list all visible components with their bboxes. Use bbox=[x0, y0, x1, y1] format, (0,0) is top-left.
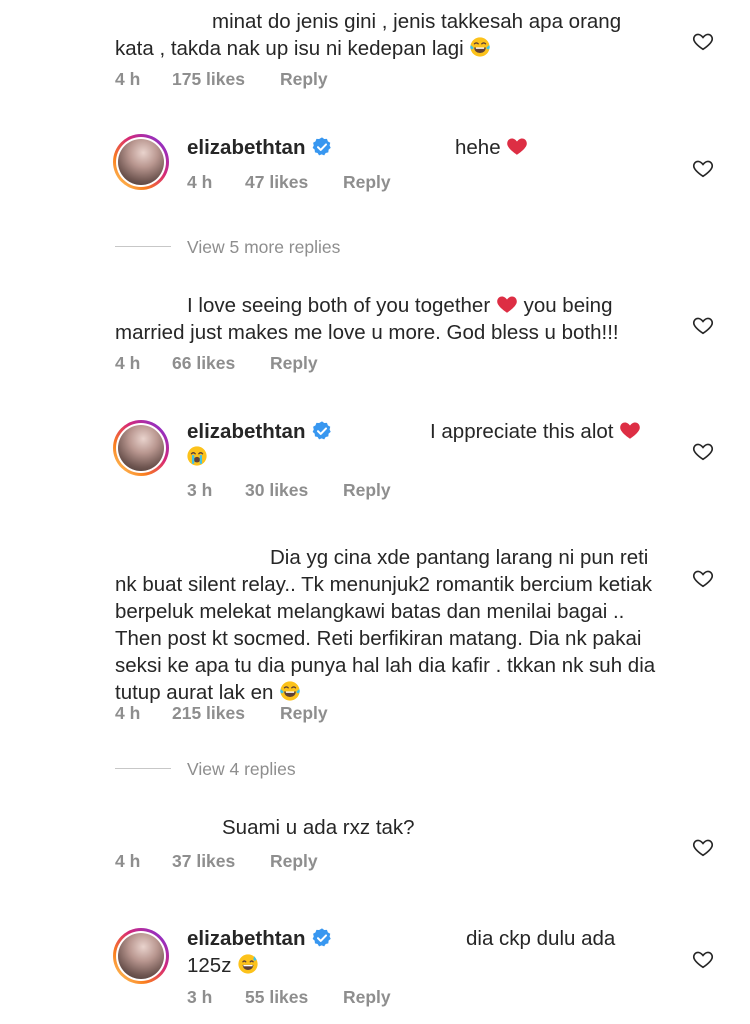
comment-likes[interactable]: 55 likes bbox=[245, 987, 308, 1008]
divider-line bbox=[115, 246, 171, 248]
comment-time: 4 h bbox=[115, 851, 141, 871]
reply-button[interactable]: Reply bbox=[343, 172, 391, 193]
comment-text: I appreciate this alot bbox=[430, 418, 641, 445]
laughing-tears-emoji-icon bbox=[279, 680, 301, 702]
comment-likes[interactable]: 37 likes bbox=[172, 851, 235, 872]
heart-outline-icon[interactable] bbox=[692, 836, 714, 858]
comment-text: Dia yg cina xde pantang larang ni pun re… bbox=[115, 546, 656, 704]
comment-likes[interactable]: 47 likes bbox=[245, 172, 308, 193]
heart-outline-icon[interactable] bbox=[692, 948, 714, 970]
verified-badge-icon bbox=[311, 136, 333, 158]
comment-time: 3 h bbox=[187, 987, 213, 1007]
heart-outline-icon[interactable] bbox=[692, 440, 714, 462]
comment-likes[interactable]: 215 likes bbox=[172, 703, 245, 724]
reply-button[interactable]: Reply bbox=[280, 703, 328, 724]
view-replies-button[interactable]: View 4 replies bbox=[187, 759, 296, 780]
username[interactable]: elizabethtan bbox=[187, 420, 333, 444]
reply-button[interactable]: Reply bbox=[280, 69, 328, 90]
comment-time: 4 h bbox=[115, 703, 141, 723]
grinning-sweat-emoji-icon bbox=[237, 953, 259, 975]
comment-text: hehe bbox=[455, 134, 528, 161]
reply-button[interactable]: Reply bbox=[270, 851, 318, 872]
reply-button[interactable]: Reply bbox=[270, 353, 318, 374]
comment-time: 4 h bbox=[187, 172, 213, 192]
comment-likes[interactable]: 175 likes bbox=[172, 69, 245, 90]
comment-text: Suami u ada rxz tak? bbox=[222, 816, 415, 839]
comment-time: 4 h bbox=[115, 69, 141, 89]
avatar[interactable] bbox=[113, 134, 169, 190]
red-heart-emoji-icon bbox=[506, 135, 528, 157]
laughing-tears-emoji-icon bbox=[469, 36, 491, 58]
comment-text: I love seeing both of you together you b… bbox=[115, 293, 619, 344]
reply-button[interactable]: Reply bbox=[343, 480, 391, 501]
avatar[interactable] bbox=[113, 928, 169, 984]
comment-text: 125z bbox=[187, 952, 259, 979]
heart-outline-icon[interactable] bbox=[692, 157, 714, 179]
avatar[interactable] bbox=[113, 420, 169, 476]
verified-badge-icon bbox=[311, 420, 333, 442]
crying-face-emoji-icon bbox=[186, 445, 208, 467]
comment-time: 4 h bbox=[115, 353, 141, 373]
comment-likes[interactable]: 66 likes bbox=[172, 353, 235, 374]
heart-outline-icon[interactable] bbox=[692, 314, 714, 336]
view-more-replies-button[interactable]: View 5 more replies bbox=[187, 237, 340, 258]
red-heart-emoji-icon bbox=[496, 293, 518, 315]
comment-text: minat do jenis gini , jenis takkesah apa… bbox=[115, 10, 622, 60]
divider-line bbox=[115, 768, 171, 770]
red-heart-emoji-icon bbox=[619, 419, 641, 441]
reply-button[interactable]: Reply bbox=[343, 987, 391, 1008]
heart-outline-icon[interactable] bbox=[692, 30, 714, 52]
comment-time: 3 h bbox=[187, 480, 213, 500]
username[interactable]: elizabethtan bbox=[187, 927, 333, 951]
username[interactable]: elizabethtan bbox=[187, 136, 333, 160]
comment-text: dia ckp dulu ada bbox=[466, 927, 616, 950]
comment-likes[interactable]: 30 likes bbox=[245, 480, 308, 501]
verified-badge-icon bbox=[311, 927, 333, 949]
heart-outline-icon[interactable] bbox=[692, 567, 714, 589]
